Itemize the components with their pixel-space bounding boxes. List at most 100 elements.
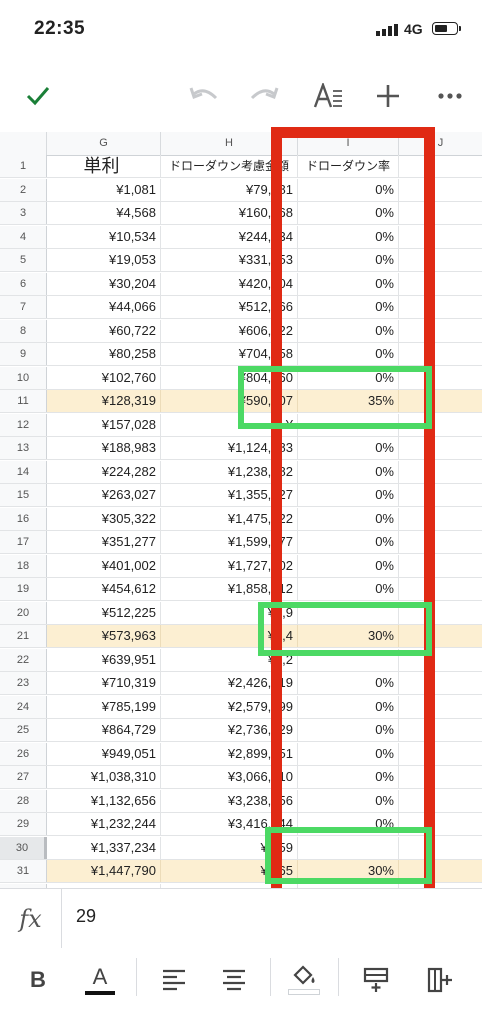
cell-g[interactable]: ¥573,963 <box>47 625 161 647</box>
row-number[interactable]: 1 <box>0 155 47 177</box>
cell-i[interactable]: 0% <box>298 766 399 788</box>
cell-j[interactable] <box>399 508 482 530</box>
cell-h[interactable]: ¥2,579,199 <box>161 695 298 718</box>
row-number[interactable]: 3 <box>0 202 47 224</box>
cell-h[interactable]: ¥ <box>161 413 298 436</box>
cell-i[interactable]: 35% <box>298 390 399 412</box>
row-number[interactable]: 30 <box>0 836 47 859</box>
formula-input[interactable]: 29 <box>76 906 96 927</box>
row-number[interactable]: 8 <box>0 319 47 342</box>
cell-i[interactable]: 0% <box>298 366 399 389</box>
cell-j[interactable] <box>399 743 482 765</box>
cell-i[interactable]: 0% <box>298 484 399 506</box>
row-number[interactable]: 10 <box>0 366 47 389</box>
row-number[interactable]: 17 <box>0 531 47 553</box>
cell-j[interactable] <box>399 320 482 342</box>
cell-h[interactable]: ¥1,355,027 <box>161 484 298 506</box>
row-number[interactable]: 11 <box>0 390 47 412</box>
row-number[interactable]: 4 <box>0 225 47 248</box>
cell-j[interactable] <box>399 390 482 412</box>
cell-h[interactable]: ¥2,899,051 <box>161 742 298 765</box>
redo-icon[interactable] <box>246 78 282 114</box>
cell-g[interactable]: ¥44,066 <box>47 296 161 318</box>
cell-i[interactable]: 0% <box>298 178 399 201</box>
cell-h[interactable]: ¥3,238,656 <box>161 789 298 812</box>
row-number[interactable]: 23 <box>0 672 47 694</box>
insert-row-icon[interactable] <box>356 960 396 1000</box>
cell-h[interactable]: ¥804,760 <box>161 366 298 389</box>
cell-g[interactable]: 単利 <box>47 155 161 177</box>
cell-h[interactable]: ¥512,066 <box>161 296 298 318</box>
cell-g[interactable]: ¥949,051 <box>47 742 161 765</box>
row-number[interactable]: 5 <box>0 249 47 271</box>
row-number[interactable]: 13 <box>0 437 47 459</box>
cell-h[interactable]: ¥1,858,612 <box>161 578 298 600</box>
cell-h[interactable]: ¥1,599,277 <box>161 531 298 553</box>
cell-j[interactable] <box>399 531 482 553</box>
cell-i[interactable]: 0% <box>298 460 399 483</box>
cell-g[interactable]: ¥1,081 <box>47 178 161 201</box>
row-number[interactable]: 28 <box>0 789 47 812</box>
text-color-button[interactable]: A <box>80 960 120 1000</box>
cell-h[interactable]: ¥3,59 <box>161 836 298 859</box>
cell-j[interactable] <box>399 860 482 882</box>
cell-i[interactable]: 0% <box>298 578 399 600</box>
cell-g[interactable]: ¥1,132,656 <box>47 789 161 812</box>
cell-g[interactable]: ¥4,568 <box>47 202 161 224</box>
cell-h[interactable]: ¥606,722 <box>161 319 298 342</box>
cell-g[interactable]: ¥710,319 <box>47 672 161 694</box>
cell-j[interactable] <box>399 555 482 577</box>
cell-i[interactable]: 0% <box>298 507 399 530</box>
cell-h[interactable]: ¥1,9 <box>161 601 298 624</box>
cell-h[interactable]: ¥2,2 <box>161 648 298 671</box>
cell-i[interactable]: 0% <box>298 296 399 318</box>
cell-g[interactable]: ¥188,983 <box>47 437 161 459</box>
cell-h[interactable]: ¥590,307 <box>161 390 298 412</box>
cell-i[interactable] <box>298 601 399 624</box>
cell-h[interactable]: ¥3,066,310 <box>161 766 298 788</box>
cell-i[interactable]: 0% <box>298 813 399 835</box>
cell-i[interactable]: 0% <box>298 672 399 694</box>
cell-g[interactable]: ¥80,258 <box>47 343 161 365</box>
cell-g[interactable]: ¥224,282 <box>47 460 161 483</box>
cell-j[interactable] <box>399 461 482 483</box>
row-number[interactable]: 18 <box>0 554 47 577</box>
cell-i[interactable]: 0% <box>298 343 399 365</box>
cell-h[interactable]: ¥2,65 <box>161 860 298 882</box>
row-number[interactable]: 19 <box>0 578 47 600</box>
cell-g[interactable]: ¥30,204 <box>47 272 161 295</box>
row-number[interactable]: 7 <box>0 296 47 318</box>
cell-j[interactable] <box>399 813 482 835</box>
cell-g[interactable]: ¥401,002 <box>47 554 161 577</box>
cell-g[interactable]: ¥1,232,244 <box>47 813 161 835</box>
column-header-j[interactable]: J <box>399 132 482 155</box>
cell-j[interactable] <box>399 226 482 248</box>
cell-g[interactable]: ¥305,322 <box>47 507 161 530</box>
cell-i[interactable] <box>298 648 399 671</box>
cell-h[interactable]: ¥1,4 <box>161 625 298 647</box>
cell-j[interactable] <box>399 367 482 389</box>
cell-i[interactable]: 0% <box>298 249 399 271</box>
cell-h[interactable]: ¥2,426,319 <box>161 672 298 694</box>
column-header-h[interactable]: H <box>161 132 298 155</box>
cell-i[interactable]: 0% <box>298 319 399 342</box>
align-left-icon[interactable] <box>154 960 194 1000</box>
cell-g[interactable]: ¥512,225 <box>47 601 161 624</box>
cell-g[interactable]: ¥19,053 <box>47 249 161 271</box>
check-icon[interactable] <box>20 78 56 114</box>
cell-j[interactable] <box>399 602 482 624</box>
cell-i[interactable]: ドローダウン率 <box>298 155 399 177</box>
cell-j[interactable] <box>399 837 482 859</box>
cell-j[interactable] <box>399 672 482 694</box>
cell-i[interactable]: 0% <box>298 531 399 553</box>
cell-j[interactable] <box>399 273 482 295</box>
cell-g[interactable]: ¥1,038,310 <box>47 766 161 788</box>
insert-column-icon[interactable] <box>420 960 460 1000</box>
cell-j[interactable] <box>399 437 482 459</box>
cell-h[interactable]: ¥331,053 <box>161 249 298 271</box>
cell-j[interactable] <box>399 719 482 741</box>
cell-g[interactable]: ¥263,027 <box>47 484 161 506</box>
cell-g[interactable]: ¥60,722 <box>47 319 161 342</box>
function-icon[interactable]: fx <box>0 889 62 949</box>
row-number[interactable]: 2 <box>0 178 47 201</box>
